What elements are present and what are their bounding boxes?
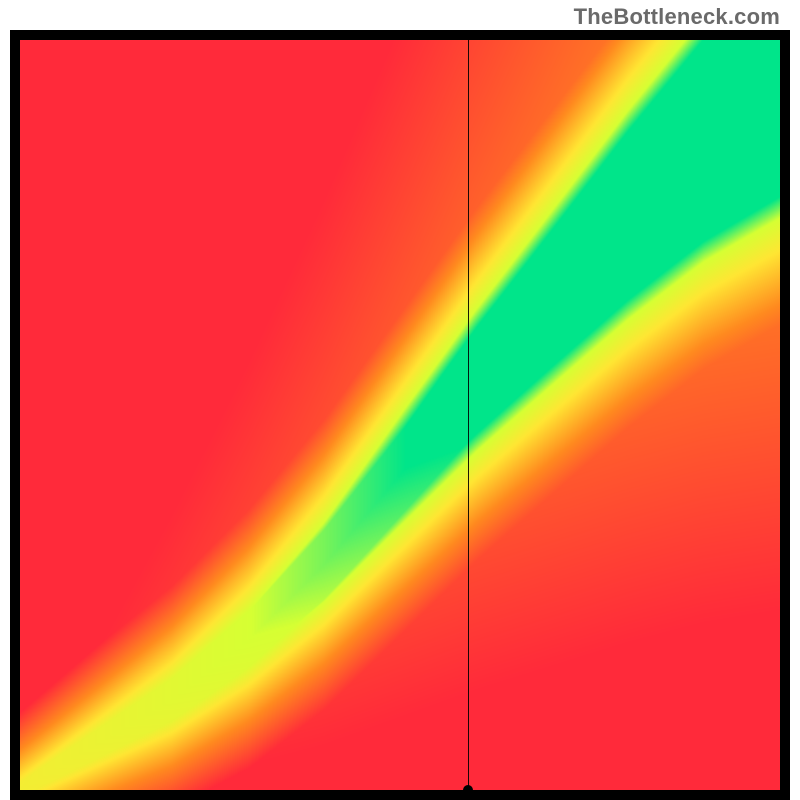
chart-frame xyxy=(10,30,790,800)
bottleneck-heatmap xyxy=(20,40,780,790)
watermark-text: TheBottleneck.com xyxy=(574,4,780,30)
selection-marker-dot[interactable] xyxy=(463,785,473,795)
crosshair-vertical xyxy=(468,40,469,790)
